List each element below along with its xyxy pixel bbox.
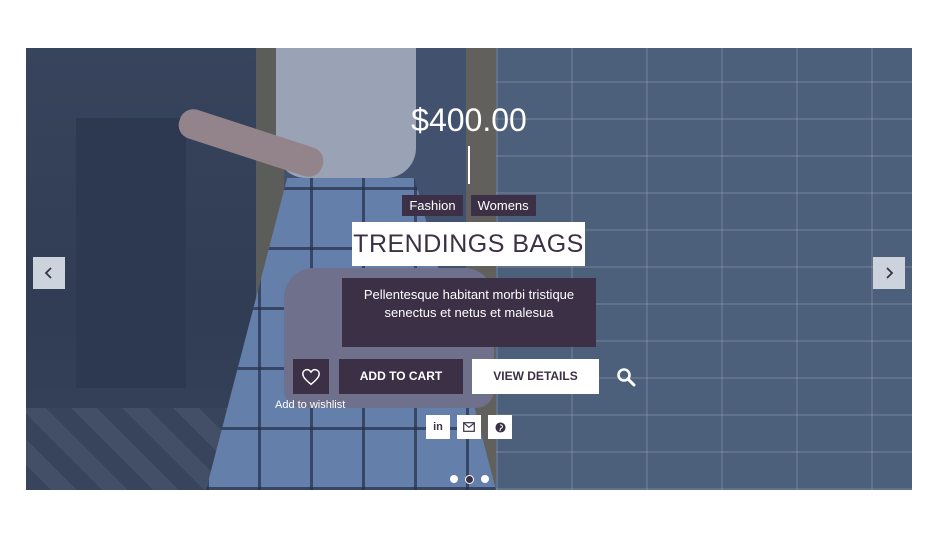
linkedin-share-button[interactable]: in bbox=[426, 415, 450, 439]
slide-description: Pellentesque habitant morbi tristique se… bbox=[342, 278, 596, 347]
pinterest-icon bbox=[494, 421, 506, 433]
quick-view-button[interactable] bbox=[614, 366, 638, 388]
chevron-left-icon bbox=[44, 267, 52, 279]
search-icon bbox=[617, 368, 636, 387]
previous-slide-button[interactable] bbox=[33, 257, 65, 289]
hero-slider: $400.00 Fashion Womens TRENDINGS BAGS Pe… bbox=[26, 48, 912, 490]
tag-womens[interactable]: Womens bbox=[470, 195, 536, 216]
next-slide-button[interactable] bbox=[873, 257, 905, 289]
chevron-right-icon bbox=[886, 267, 894, 279]
view-details-button[interactable]: VIEW DETAILS bbox=[472, 359, 599, 394]
linkedin-icon: in bbox=[433, 421, 443, 433]
email-share-button[interactable] bbox=[457, 415, 481, 439]
heart-icon bbox=[302, 368, 320, 385]
pinterest-share-button[interactable] bbox=[488, 415, 512, 439]
wishlist-button[interactable] bbox=[293, 359, 329, 394]
envelope-icon bbox=[463, 422, 475, 432]
price-divider bbox=[468, 146, 470, 184]
wishlist-label[interactable]: Add to wishlist bbox=[275, 399, 345, 411]
tag-list: Fashion Womens bbox=[26, 195, 912, 216]
pagination-dot-2[interactable] bbox=[464, 475, 474, 484]
tag-fashion[interactable]: Fashion bbox=[402, 195, 463, 216]
pagination-dot-1[interactable] bbox=[449, 475, 458, 483]
share-links: in bbox=[26, 415, 912, 439]
add-to-cart-button[interactable]: ADD TO CART bbox=[339, 359, 463, 394]
product-price: $400.00 bbox=[411, 102, 527, 138]
pagination-dot-3[interactable] bbox=[480, 475, 489, 483]
slide-title: TRENDINGS BAGS bbox=[352, 222, 585, 266]
slider-pagination bbox=[26, 475, 912, 484]
